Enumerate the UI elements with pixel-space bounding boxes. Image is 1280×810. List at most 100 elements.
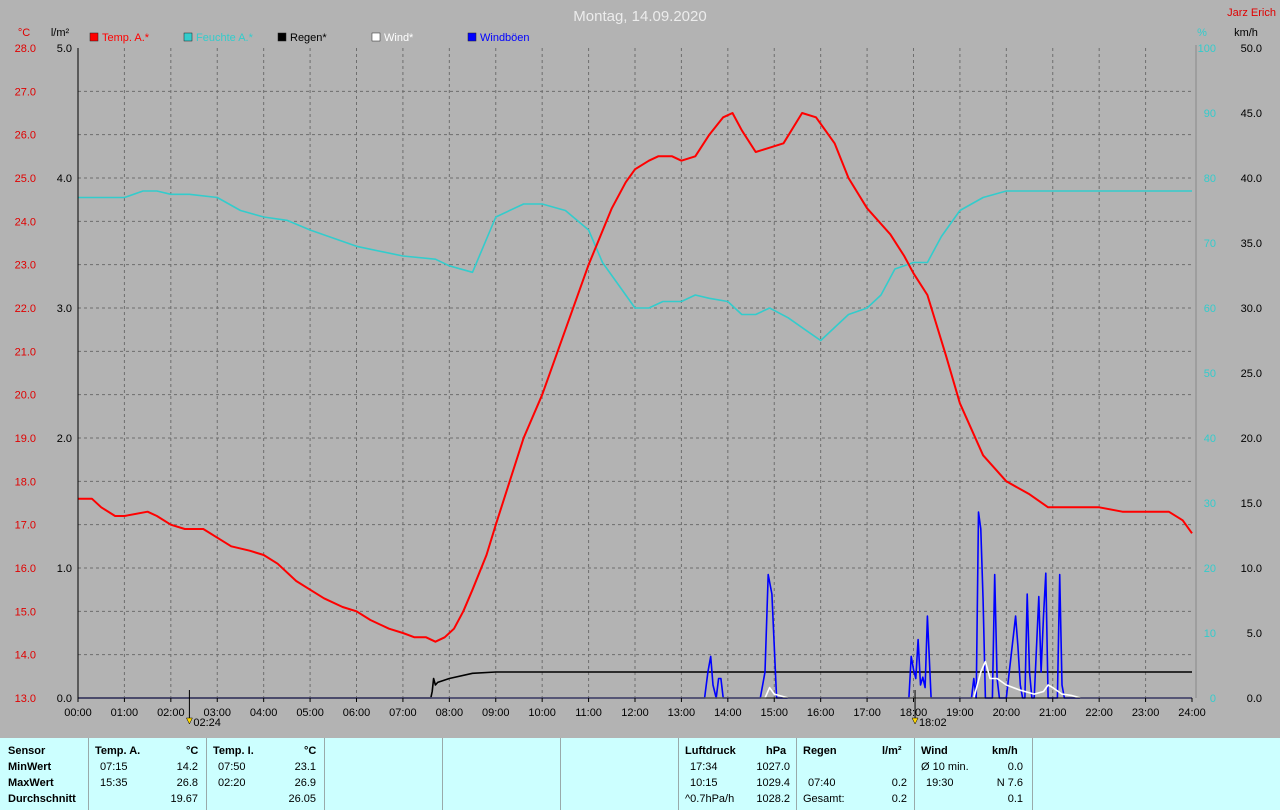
wind-tick-label: 15.0 bbox=[1241, 498, 1262, 510]
pressure-max-time: 10:15 bbox=[690, 777, 718, 789]
wind-tick-label: 25.0 bbox=[1241, 368, 1262, 380]
legend-label: Wind* bbox=[384, 32, 414, 44]
temp-i-min-time: 07:50 bbox=[218, 761, 246, 773]
wind-header: Wind bbox=[921, 745, 948, 757]
time-tick-label: 06:00 bbox=[343, 707, 371, 719]
temp-tick-label: 25.0 bbox=[15, 173, 36, 185]
pressure-trend-label: ^0.7hPa/h bbox=[685, 793, 735, 805]
wind-tick-label: 35.0 bbox=[1241, 238, 1262, 250]
time-tick-label: 01:00 bbox=[111, 707, 139, 719]
temp-tick-label: 23.0 bbox=[15, 260, 36, 272]
time-tick-label: 13:00 bbox=[668, 707, 696, 719]
rain-tick-label: 3.0 bbox=[57, 303, 72, 315]
temp-a-max-value: 26.8 bbox=[176, 777, 198, 789]
legend-label: Feuchte A.* bbox=[196, 32, 254, 44]
author-label: Jarz Erich bbox=[1227, 7, 1276, 19]
temp-i-header: Temp. I. bbox=[213, 745, 254, 757]
time-tick-label: 16:00 bbox=[807, 707, 835, 719]
rain-unit-label: l/m² bbox=[51, 27, 70, 39]
time-tick-label: 00:00 bbox=[64, 707, 92, 719]
temp-tick-label: 18.0 bbox=[15, 476, 36, 488]
temp-tick-label: 27.0 bbox=[15, 86, 36, 98]
legend: Temp. A.* Feuchte A.* Regen* Wind* Windböen bbox=[89, 32, 530, 44]
temp-a-avg-value: 19.67 bbox=[170, 793, 198, 805]
time-tick-label: 08:00 bbox=[436, 707, 464, 719]
time-tick-label: 20:00 bbox=[993, 707, 1021, 719]
time-tick-label: 21:00 bbox=[1039, 707, 1067, 719]
grid bbox=[78, 48, 1192, 698]
temp-tick-label: 14.0 bbox=[15, 650, 36, 662]
legend-swatch bbox=[277, 32, 287, 42]
pressure-max-value: 1029.4 bbox=[756, 777, 790, 789]
time-tick-label: 23:00 bbox=[1132, 707, 1160, 719]
temp-a-header: Temp. A. bbox=[95, 745, 141, 757]
temp-tick-label: 20.0 bbox=[15, 390, 36, 402]
time-tick-label: 07:00 bbox=[389, 707, 417, 719]
temp-a-max-time: 15:35 bbox=[100, 777, 128, 789]
temp-a-min-time: 07:15 bbox=[100, 761, 128, 773]
rain-total-value: 0.2 bbox=[891, 793, 907, 805]
humidity-tick-label: 80 bbox=[1204, 173, 1216, 185]
temp-tick-label: 22.0 bbox=[15, 303, 36, 315]
sunset-icon bbox=[911, 717, 919, 725]
legend-swatch bbox=[89, 32, 99, 42]
temp-tick-label: 19.0 bbox=[15, 433, 36, 445]
humidity-tick-label: 20 bbox=[1204, 563, 1216, 575]
time-tick-label: 05:00 bbox=[296, 707, 324, 719]
rain-tick-label: 1.0 bbox=[57, 563, 72, 575]
time-tick-label: 11:00 bbox=[575, 707, 602, 719]
pressure-min-time: 17:34 bbox=[690, 761, 718, 773]
rain-unit: l/m² bbox=[882, 745, 902, 757]
time-tick-label: 09:00 bbox=[482, 707, 510, 719]
time-tick-label: 04:00 bbox=[250, 707, 278, 719]
temp-a-min-value: 14.2 bbox=[176, 761, 198, 773]
rain-total-label: Gesamt: bbox=[803, 793, 845, 805]
legend-label: Regen* bbox=[290, 32, 327, 44]
humidity-tick-label: 60 bbox=[1204, 303, 1216, 315]
wind-tick-label: 0.0 bbox=[1247, 693, 1262, 705]
temp-tick-label: 26.0 bbox=[15, 130, 36, 142]
temp-tick-label: 17.0 bbox=[15, 520, 36, 532]
temp-tick-label: 28.0 bbox=[15, 43, 36, 55]
time-tick-label: 10:00 bbox=[528, 707, 556, 719]
pressure-header: Luftdruck bbox=[685, 745, 736, 757]
temp-tick-label: 16.0 bbox=[15, 563, 36, 575]
sunrise-icon bbox=[185, 717, 193, 725]
pressure-avg-value: 1028.2 bbox=[756, 793, 790, 805]
time-tick-label: 19:00 bbox=[946, 707, 974, 719]
wind-unit-label: km/h bbox=[1234, 27, 1258, 39]
sensor-header: Sensor bbox=[8, 745, 46, 757]
wind-tick-label: 20.0 bbox=[1241, 433, 1262, 445]
pressure-min-value: 1027.0 bbox=[756, 761, 790, 773]
temp-i-min-value: 23.1 bbox=[294, 761, 316, 773]
temp-tick-label: 15.0 bbox=[15, 606, 36, 618]
humidity-tick-label: 0 bbox=[1210, 693, 1216, 705]
temp-unit-label: °C bbox=[18, 27, 30, 39]
sunset-label: 18:02 bbox=[919, 717, 947, 729]
wind-unit: km/h bbox=[992, 745, 1018, 757]
wind-avg10-label: Ø 10 min. bbox=[921, 761, 969, 773]
chart-title: Montag, 14.09.2020 bbox=[573, 8, 706, 25]
axes: 28.0 27.0 26.0 25.0 24.0 23.0 22.0 21.0 20.0 19.0… bbox=[15, 27, 1262, 729]
time-tick-label: 22:00 bbox=[1085, 707, 1113, 719]
wind-tick-label: 50.0 bbox=[1241, 43, 1262, 55]
temp-i-avg-value: 26.05 bbox=[288, 793, 316, 805]
wind-tick-label: 40.0 bbox=[1241, 173, 1262, 185]
wind-tick-label: 30.0 bbox=[1241, 303, 1262, 315]
rain-max-value: 0.2 bbox=[891, 777, 907, 789]
humidity-tick-label: 70 bbox=[1204, 238, 1216, 250]
time-tick-label: 15:00 bbox=[760, 707, 788, 719]
temp-tick-label: 24.0 bbox=[15, 216, 36, 228]
rain-tick-label: 0.0 bbox=[57, 693, 72, 705]
time-tick-label: 14:00 bbox=[714, 707, 742, 719]
time-tick-label: 02:00 bbox=[157, 707, 185, 719]
wind-tick-label: 45.0 bbox=[1241, 108, 1262, 120]
wind-avg-value: 0.1 bbox=[1007, 793, 1023, 805]
weather-chart: 28.0 27.0 26.0 25.0 24.0 23.0 22.0 21.0 20.0 19.0… bbox=[15, 7, 1276, 729]
legend-swatch bbox=[467, 32, 477, 42]
statistics-panel: Sensor MinWert MaxWert Durchschnitt Temp… bbox=[0, 738, 1280, 810]
temp-i-unit: °C bbox=[304, 745, 317, 757]
rain-header: Regen bbox=[803, 745, 837, 757]
series-line-4 bbox=[78, 511, 1192, 699]
rain-max-time: 07:40 bbox=[808, 777, 836, 789]
